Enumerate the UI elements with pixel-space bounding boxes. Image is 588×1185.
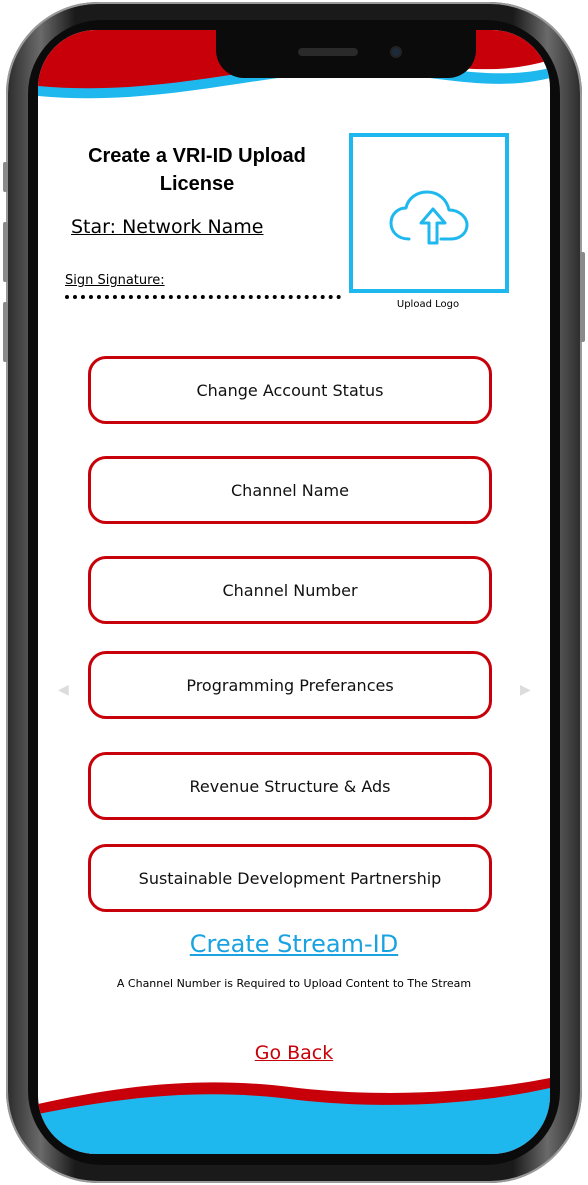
cloud-upload-icon (389, 190, 469, 245)
phone-notch (216, 30, 476, 78)
sustainable-development-partnership-button[interactable]: Sustainable Development Partnership (88, 844, 492, 912)
network-name-link[interactable]: Star: Network Name (71, 216, 264, 238)
phone-side-button (580, 252, 585, 342)
upload-logo-button[interactable] (349, 133, 509, 293)
channel-number-note: A Channel Number is Required to Upload C… (116, 977, 472, 990)
phone-side-button (3, 222, 8, 282)
revenue-structure-ads-button[interactable]: Revenue Structure & Ads (88, 752, 492, 820)
signature-input-line[interactable] (65, 295, 341, 299)
app-screen: Create a VRI-ID Upload License Star: Net… (38, 30, 550, 1154)
bottom-wave-decoration (38, 1078, 550, 1154)
front-camera (390, 46, 402, 58)
change-account-status-button[interactable]: Change Account Status (88, 356, 492, 424)
chevron-right-icon[interactable]: ▶ (520, 682, 531, 698)
signature-label: Sign Signature: (65, 273, 165, 288)
phone-side-button (3, 162, 8, 192)
go-back-link[interactable]: Go Back (38, 1042, 550, 1064)
page-title: Create a VRI-ID Upload License (88, 145, 306, 195)
create-stream-id-link[interactable]: Create Stream-ID (38, 930, 550, 958)
phone-side-button (3, 302, 8, 362)
programming-preferences-button[interactable]: Programming Preferances (88, 651, 492, 719)
channel-number-button[interactable]: Channel Number (88, 556, 492, 624)
speaker-grille (298, 48, 358, 56)
chevron-left-icon[interactable]: ◀ (58, 682, 69, 698)
channel-name-button[interactable]: Channel Name (88, 456, 492, 524)
upload-logo-label: Upload Logo (396, 299, 460, 310)
